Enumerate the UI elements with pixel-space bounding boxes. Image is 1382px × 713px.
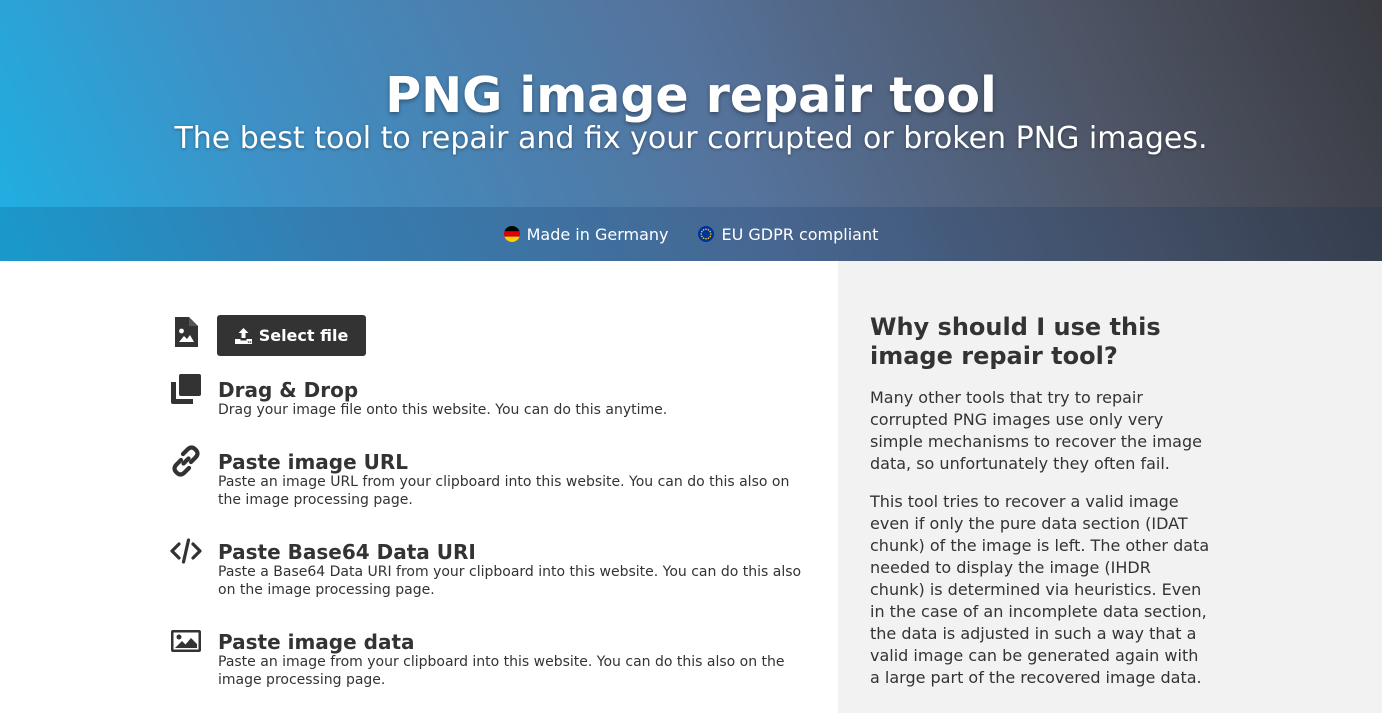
option-drag-drop: Drag & Drop Drag your image file onto th…	[218, 379, 818, 419]
page-subtitle: The best tool to repair and fix your cor…	[174, 121, 1208, 156]
image-icon	[170, 625, 202, 657]
why-paragraph: Many other tools that try to repair corr…	[870, 388, 1202, 473]
code-icon	[170, 535, 202, 567]
option-description: Drag your image file onto this website. …	[218, 402, 668, 418]
copy-icon	[170, 373, 202, 405]
option-title: Paste image data	[218, 630, 415, 654]
why-paragraph: This tool tries to recover a valid image…	[870, 492, 1210, 687]
why-heading: Why should I use this image repair tool?	[870, 313, 1161, 370]
option-title: Paste Base64 Data URI	[218, 540, 476, 564]
badge-label: Made in Germany	[526, 224, 669, 244]
why-sidebar: Why should I use this image repair tool?…	[838, 261, 1382, 713]
badge-label: EU GDPR compliant	[721, 224, 879, 244]
hero-header: PNG image repair tool The best tool to r…	[0, 0, 1382, 261]
select-file-button[interactable]: Select file	[217, 315, 366, 356]
trust-badge-bar: Made in Germany EU GDPR compliant	[0, 207, 1382, 261]
option-description: Paste an image from your clipboard into …	[218, 654, 785, 688]
eu-flag-icon	[698, 226, 715, 242]
link-icon	[170, 445, 202, 477]
select-file-label: Select file	[258, 326, 349, 345]
badge-made-in-germany: Made in Germany	[503, 224, 669, 244]
option-description: Paste a Base64 Data URI from your clipbo…	[218, 564, 802, 598]
upload-icon	[234, 327, 252, 344]
upload-panel: Select file Drag & Drop Drag your image …	[0, 261, 838, 713]
option-paste-image-data: Paste image data Paste an image from you…	[218, 631, 818, 689]
germany-flag-icon	[503, 226, 520, 242]
page-title: PNG image repair tool	[385, 66, 997, 124]
option-paste-url: Paste image URL Paste an image URL from …	[218, 451, 818, 509]
option-title: Drag & Drop	[218, 378, 359, 402]
file-image-icon	[170, 316, 202, 348]
option-description: Paste an image URL from your clipboard i…	[218, 474, 790, 508]
option-paste-base64: Paste Base64 Data URI Paste a Base64 Dat…	[218, 541, 818, 599]
badge-gdpr: EU GDPR compliant	[698, 225, 878, 244]
option-title: Paste image URL	[218, 450, 409, 474]
